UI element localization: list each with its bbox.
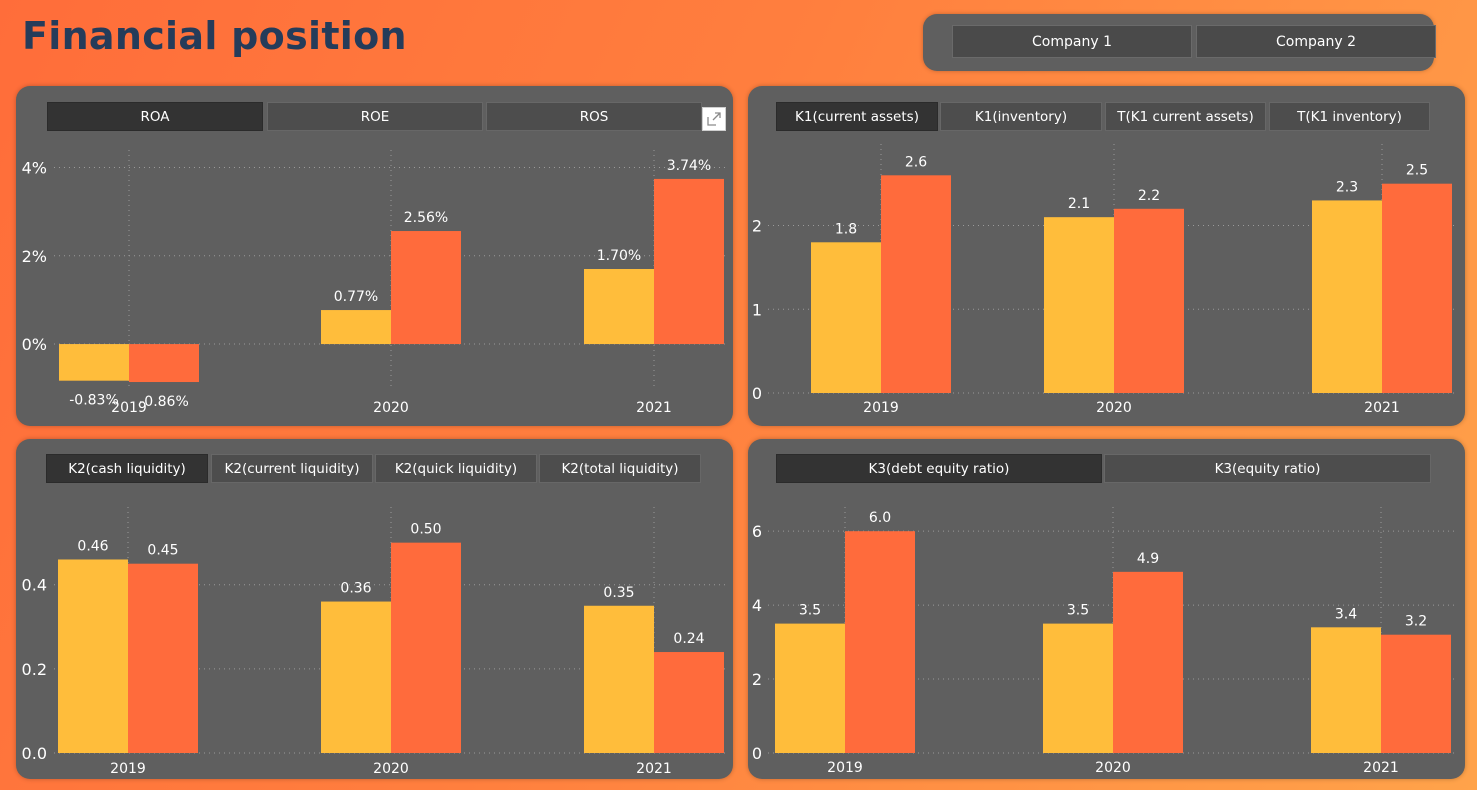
x-category-label: 2020 bbox=[373, 761, 409, 777]
bar-s1-2019 bbox=[775, 623, 845, 753]
data-label: 0.50 bbox=[410, 522, 441, 538]
bar-s1-2020 bbox=[321, 310, 391, 345]
data-label: 0.77% bbox=[334, 289, 378, 305]
data-label: 3.74% bbox=[667, 158, 711, 174]
data-label: 1.8 bbox=[835, 221, 857, 237]
bar-s1-2021 bbox=[1311, 627, 1381, 753]
bar-s2-2020 bbox=[1114, 208, 1184, 393]
y-tick-label: 0 bbox=[752, 384, 762, 403]
data-label: 3.5 bbox=[799, 603, 821, 619]
data-label: 0.35 bbox=[603, 585, 634, 601]
company-1-button[interactable]: Company 1 bbox=[952, 25, 1192, 58]
bar-s1-2020 bbox=[321, 601, 391, 753]
bar-s1-2021 bbox=[1312, 200, 1382, 393]
bar-s1-2020 bbox=[1044, 217, 1114, 393]
k2-card: K2(cash liquidity) K2(current liquidity)… bbox=[16, 439, 733, 779]
bar-s2-2021 bbox=[654, 652, 724, 753]
bar-s1-2021 bbox=[584, 269, 654, 345]
k1-chart: 0 1 2 1.8 2.1 2.3 2.6 2.2 2.5 2019 2020 2021 bbox=[752, 144, 1457, 416]
x-category-label: 2019 bbox=[111, 400, 147, 416]
y-tick-label: 4% bbox=[22, 158, 47, 177]
data-label: 0.45 bbox=[147, 543, 178, 559]
data-label: 0.24 bbox=[673, 631, 704, 647]
bar-s2-2019 bbox=[128, 563, 198, 753]
x-category-label: 2019 bbox=[110, 761, 146, 777]
data-label: 3.2 bbox=[1405, 614, 1427, 630]
y-tick-label: 0.2 bbox=[22, 660, 47, 679]
data-label: 1.70% bbox=[597, 248, 641, 264]
x-category-label: 2021 bbox=[1364, 400, 1400, 416]
x-category-label: 2020 bbox=[1095, 760, 1131, 776]
y-tick-label: 2 bbox=[752, 670, 762, 689]
y-tick-label: 0 bbox=[752, 744, 762, 763]
data-label: 6.0 bbox=[869, 510, 891, 526]
bar-s2-2020 bbox=[1113, 571, 1183, 753]
y-tick-label: 0% bbox=[22, 335, 47, 354]
bar-s2-2019 bbox=[845, 531, 915, 753]
bar-s1-2019 bbox=[59, 344, 129, 381]
data-label: 2.2 bbox=[1138, 188, 1160, 204]
bar-s1-2019 bbox=[58, 559, 128, 753]
company-2-button[interactable]: Company 2 bbox=[1196, 25, 1436, 58]
data-label: 0.36 bbox=[340, 581, 371, 597]
x-category-label: 2019 bbox=[827, 760, 863, 776]
data-label: 3.4 bbox=[1335, 606, 1357, 622]
ratios-card: ROA ROE ROS 0% 2% 4% -0.83% 0.77% 1.70% -0.86%… bbox=[16, 86, 733, 426]
x-category-label: 2021 bbox=[636, 761, 672, 777]
y-tick-label: 0.0 bbox=[22, 744, 47, 763]
data-label: 0.46 bbox=[77, 538, 108, 554]
bar-s2-2021 bbox=[1381, 634, 1451, 753]
k1-card: K1(current assets) K1(inventory) T(K1 cu… bbox=[748, 86, 1465, 426]
x-category-label: 2020 bbox=[373, 400, 409, 416]
bar-s2-2019 bbox=[129, 344, 199, 383]
bar-s2-2020 bbox=[391, 231, 461, 345]
bar-s1-2019 bbox=[811, 242, 881, 393]
data-label: 2.56% bbox=[404, 210, 448, 226]
x-category-label: 2021 bbox=[1363, 760, 1399, 776]
page-title: Financial position bbox=[22, 14, 407, 58]
data-label: 2.5 bbox=[1406, 163, 1428, 179]
data-label: 2.3 bbox=[1336, 179, 1358, 195]
data-label: 4.9 bbox=[1137, 551, 1159, 567]
bar-s2-2019 bbox=[881, 175, 951, 393]
bar-s2-2021 bbox=[654, 178, 724, 345]
x-category-label: 2020 bbox=[1096, 400, 1132, 416]
k3-card: K3(debt equity ratio) K3(equity ratio) 0… bbox=[748, 439, 1465, 779]
k2-chart: 0.0 0.2 0.4 0.46 0.36 0.35 0.45 0.50 0.24 2019 202… bbox=[22, 507, 725, 777]
bar-s2-2021 bbox=[1382, 183, 1452, 393]
y-tick-label: 6 bbox=[752, 522, 762, 541]
data-label: 3.5 bbox=[1067, 603, 1089, 619]
bar-s1-2021 bbox=[584, 605, 654, 753]
y-tick-label: 1 bbox=[752, 300, 762, 319]
x-category-label: 2021 bbox=[636, 400, 672, 416]
ratios-chart: 0%2%4%-0.83%0.77%1.70%-0.86%2.56%3.74%20… bbox=[22, 150, 725, 416]
y-tick-label: 2 bbox=[752, 217, 762, 236]
data-label: 2.6 bbox=[905, 154, 927, 170]
y-tick-label: 2% bbox=[22, 247, 47, 266]
company-slicer: Company 1 Company 2 bbox=[923, 14, 1436, 71]
k3-chart: 0 2 4 6 3.5 3.5 3.4 6.0 4.9 3.2 2019 2020 2021 bbox=[752, 507, 1457, 776]
bar-s1-2020 bbox=[1043, 623, 1113, 753]
data-label: 2.1 bbox=[1068, 196, 1090, 212]
y-tick-label: 4 bbox=[752, 596, 762, 615]
bar-s2-2020 bbox=[391, 542, 461, 753]
y-tick-label: 0.4 bbox=[22, 576, 47, 595]
x-category-label: 2019 bbox=[863, 400, 899, 416]
